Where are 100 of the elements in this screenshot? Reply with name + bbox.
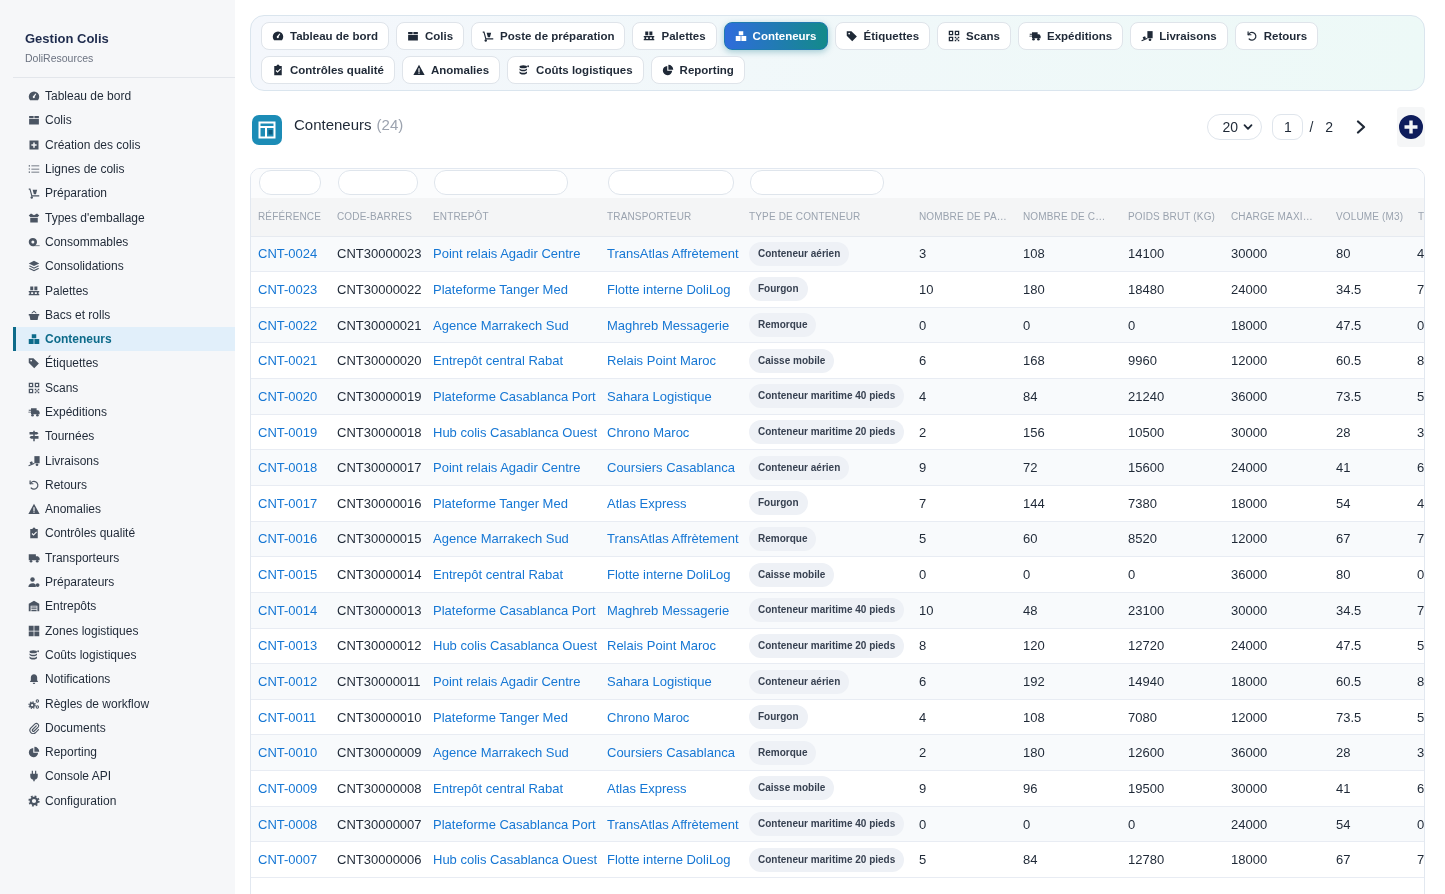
page-size-select[interactable]: 20 — [1207, 114, 1263, 140]
sidebar-item[interactable]: Retours — [13, 472, 235, 498]
sidebar-item[interactable]: Expéditions — [13, 399, 235, 425]
type-tag: Conteneur maritime 40 pieds — [749, 384, 905, 409]
table-link[interactable]: Flotte interne DoliLog — [607, 567, 731, 583]
table-link[interactable]: Hub colis Casablanca Ouest — [433, 638, 598, 654]
sidebar-item[interactable]: Anomalies — [13, 497, 235, 522]
table-link[interactable]: CNT-0009 — [258, 780, 318, 796]
table-link[interactable]: CNT-0011 — [258, 709, 317, 725]
table-cell: 12000 — [1224, 699, 1329, 735]
sidebar-item[interactable]: Consolidations — [13, 254, 235, 279]
tab[interactable]: Palettes — [632, 22, 717, 50]
sidebar-item[interactable]: Configuration — [13, 788, 235, 813]
tab[interactable]: Scans — [937, 22, 1011, 50]
filter-field[interactable] — [259, 170, 321, 195]
tab[interactable]: Coûts logistiques — [507, 56, 644, 84]
filter-field[interactable] — [608, 170, 734, 195]
tab[interactable]: Colis — [395, 22, 465, 50]
table-link[interactable]: Plateforme Tanger Med — [433, 495, 568, 511]
sidebar-item[interactable]: Étiquettes — [13, 351, 235, 376]
table-link[interactable]: CNT-0015 — [258, 567, 318, 583]
chevron-right-icon[interactable] — [1355, 120, 1367, 134]
tab[interactable]: Anomalies — [401, 56, 501, 84]
table-cell: 7080 — [1121, 699, 1224, 735]
sidebar-item[interactable]: Livraisons — [13, 448, 235, 473]
add-button[interactable] — [1397, 107, 1425, 147]
table-link[interactable]: Relais Point Maroc — [607, 638, 717, 654]
sidebar-item[interactable]: Reporting — [13, 740, 235, 765]
sidebar-item[interactable]: Types d'emballage — [13, 205, 235, 230]
sidebar-item[interactable]: Coûts logistiques — [13, 642, 235, 668]
tab[interactable]: Étiquettes — [834, 22, 931, 50]
type-tag: Conteneur aérien — [749, 241, 850, 266]
sidebar-item[interactable]: Scans — [13, 375, 235, 400]
table-cell: CNT30000015 — [330, 521, 426, 557]
filter-field[interactable] — [750, 170, 884, 195]
table-link[interactable]: Chrono Maroc — [607, 424, 690, 440]
sidebar-item[interactable]: Console API — [13, 764, 235, 789]
stacked-boxes-icon — [28, 333, 40, 346]
sidebar-item[interactable]: Contrôles qualité — [13, 521, 235, 546]
sidebar-item[interactable]: Consommables — [13, 229, 235, 255]
type-tag: Conteneur maritime 20 pieds — [749, 633, 905, 658]
tab[interactable]: Poste de préparation — [471, 22, 626, 50]
tab[interactable]: Expéditions — [1018, 22, 1124, 50]
sidebar-item[interactable]: Règles de workflow — [13, 691, 235, 716]
table-link[interactable]: Hub colis Casablanca Ouest — [433, 424, 598, 440]
tab[interactable]: Contrôles qualité — [261, 56, 395, 84]
hand-truck-icon — [482, 30, 495, 42]
table-link[interactable]: CNT-0023 — [258, 281, 318, 297]
tab[interactable]: Tableau de bord — [261, 22, 389, 50]
sidebar-item[interactable]: Préparation — [13, 181, 235, 206]
table-cell: 0 — [1016, 307, 1121, 343]
sidebar-item[interactable]: Tournées — [13, 424, 235, 449]
filter-field[interactable] — [434, 170, 568, 195]
table-link[interactable]: CNT-0021 — [258, 353, 318, 369]
table-link[interactable]: Chrono Maroc — [607, 709, 690, 725]
table-link[interactable]: Hub colis Casablanca Ouest — [433, 852, 598, 868]
table-link[interactable]: Relais Point Maroc — [607, 353, 717, 369]
sidebar-item[interactable]: Conteneurs — [13, 326, 235, 352]
table-link[interactable]: Atlas Express — [607, 780, 687, 796]
filter-field[interactable] — [338, 170, 418, 195]
table-cell: 7 — [1411, 841, 1424, 878]
sidebar-item[interactable]: Préparateurs — [13, 569, 235, 595]
table-link[interactable]: Entrepôt central Rabat — [433, 353, 564, 369]
tab[interactable]: Reporting — [650, 56, 745, 84]
tab[interactable]: Conteneurs — [723, 22, 828, 50]
tab[interactable]: Livraisons — [1130, 22, 1228, 50]
page-field[interactable]: 1 — [1272, 114, 1304, 140]
sidebar-item[interactable]: Bacs et rolls — [13, 302, 235, 327]
sidebar-item[interactable]: Lignes de colis — [13, 156, 235, 182]
table-link[interactable]: CNT-0019 — [258, 424, 318, 440]
table-link[interactable]: Plateforme Tanger Med — [433, 709, 568, 725]
sidebar-item[interactable]: Palettes — [13, 278, 235, 303]
sidebar-item[interactable]: Transporteurs — [13, 545, 235, 570]
table-link[interactable]: Entrepôt central Rabat — [433, 780, 564, 796]
sidebar-item[interactable]: Tableau de bord — [13, 84, 235, 109]
sidebar-item[interactable]: Entrepôts — [13, 594, 235, 619]
table-link[interactable]: CNT-0017 — [258, 495, 318, 511]
table-cell: CNT30000008 — [330, 770, 426, 807]
table-link[interactable]: Flotte interne DoliLog — [607, 852, 731, 868]
type-tag: Conteneur aérien — [749, 669, 850, 694]
table-cell: 7 — [912, 485, 1016, 522]
table-cell: 168 — [1016, 342, 1121, 379]
table-link[interactable]: CNT-0007 — [258, 852, 318, 868]
sidebar-item[interactable]: Zones logistiques — [13, 618, 235, 643]
tab[interactable]: Retours — [1234, 22, 1319, 50]
table-link[interactable]: Plateforme Tanger Med — [433, 281, 568, 297]
column-header: NOMBRE DE C… — [1016, 198, 1121, 236]
sidebar-item[interactable]: Documents — [13, 715, 235, 740]
fast-truck-icon — [1029, 30, 1041, 42]
table-cell: 7380 — [1121, 485, 1224, 522]
table-link[interactable]: CNT-0013 — [258, 638, 318, 654]
sidebar-item[interactable]: Création des colis — [13, 132, 235, 157]
table-link[interactable]: Entrepôt central Rabat — [433, 567, 564, 583]
table-cell: 2 — [912, 414, 1016, 450]
sidebar-item[interactable]: Notifications — [13, 667, 235, 692]
sidebar-item[interactable]: Colis — [13, 108, 235, 133]
table-link[interactable]: Atlas Express — [607, 495, 687, 511]
table-cell: CNT30000021 — [330, 307, 426, 343]
table-cell: CNT30000014 — [330, 556, 426, 593]
table-link[interactable]: Flotte interne DoliLog — [607, 281, 731, 297]
